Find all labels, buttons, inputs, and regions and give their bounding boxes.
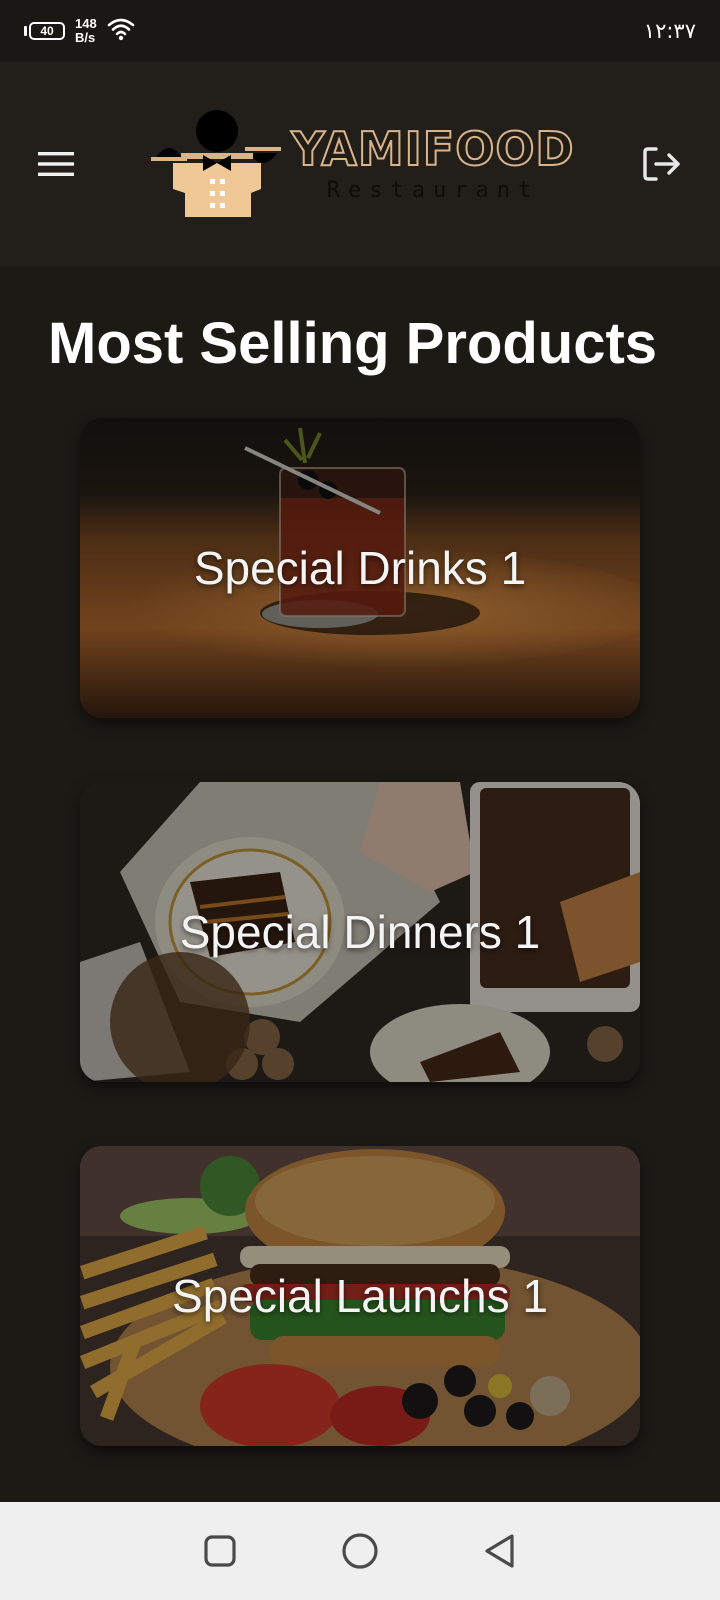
logout-button[interactable] [640,142,684,186]
wifi-icon [107,16,135,47]
status-clock: ۱۲:۳۷ [643,19,696,43]
network-speed: 148 B/s [75,17,97,45]
battery-level: 40 [29,22,65,40]
network-speed-value: 148 [75,16,97,31]
battery-nub [24,26,27,36]
hamburger-menu-icon [38,152,74,176]
home-circle-icon [342,1533,378,1569]
page-title: Most Selling Products [48,311,658,376]
recents-button[interactable] [196,1527,244,1575]
logout-icon [643,147,680,181]
back-button[interactable] [476,1527,524,1575]
product-card-label: Special Dinners 1 [179,906,541,958]
recents-square-icon [204,1535,236,1567]
app-screen: 40 148 B/s ۱۲:۳۷ YAMIFOOD Restaurant Mos… [0,0,720,1600]
product-card-special-drinks[interactable]: Special Drinks 1 [80,418,640,718]
chef-logo-icon [151,110,282,217]
product-card-special-dinners[interactable]: Special Dinners 1 [80,782,640,1082]
product-card-special-launchs[interactable]: Special Launchs 1 [80,1146,640,1446]
status-bar: 40 148 B/s ۱۲:۳۷ [0,0,720,62]
logo-brand: YAMIFOOD [290,122,575,176]
home-button[interactable] [336,1527,384,1575]
logo-subtitle: Restaurant [326,178,540,203]
app-header: YAMIFOOD Restaurant [0,62,720,266]
battery-icon: 40 [24,22,65,40]
product-card-label: Special Launchs 1 [172,1270,548,1322]
restaurant-logo: YAMIFOOD Restaurant [151,109,575,219]
product-card-label: Special Drinks 1 [193,542,527,594]
status-left: 40 148 B/s [24,16,135,47]
network-speed-unit: B/s [75,30,96,45]
back-triangle-icon [485,1534,514,1568]
menu-button[interactable] [36,144,76,184]
system-nav-bar [0,1502,720,1600]
logo-text: YAMIFOOD Restaurant [290,122,575,204]
